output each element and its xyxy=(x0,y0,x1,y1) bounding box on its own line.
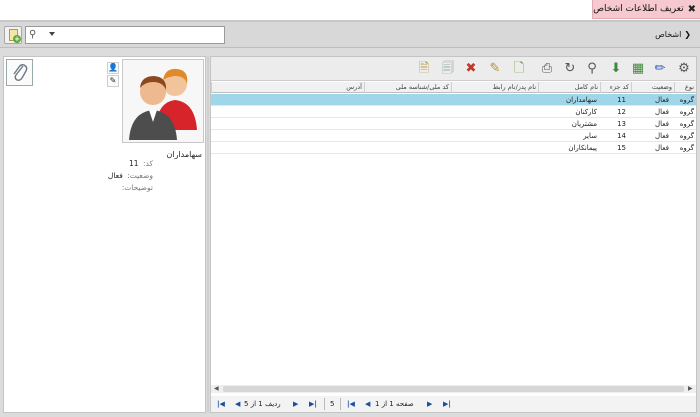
paste-icon[interactable]: 🗎 xyxy=(415,60,433,78)
cell-status: فعال xyxy=(655,132,669,140)
plus-icon: + xyxy=(13,35,21,43)
chevron-left-icon: ❮ xyxy=(684,30,691,39)
settings-icon[interactable]: ⚙ xyxy=(675,60,693,78)
desc-label: توضیحات: xyxy=(121,183,153,192)
cell-status: فعال xyxy=(655,120,669,128)
first-record-icon[interactable]: |◀ xyxy=(217,399,225,409)
user-icon[interactable]: 👤 xyxy=(107,62,119,74)
status-value: فعال xyxy=(107,171,123,180)
splitter[interactable] xyxy=(207,56,209,413)
pager-divider xyxy=(340,398,341,410)
breadcrumb-label: اشخاص xyxy=(655,30,682,39)
next-record-icon[interactable]: ▶ xyxy=(293,399,298,409)
window-title: تعریف اطلاعات اشخاص xyxy=(593,4,684,14)
pager: |◀ ◀ ردیف 1 از 5 ▶ ▶| 5 |◀ ◀ صفحه 1 از 1… xyxy=(211,396,696,412)
column-header-code[interactable]: کد جزء xyxy=(600,82,631,93)
page-size[interactable]: 5 xyxy=(330,399,334,409)
cell-status: فعال xyxy=(655,144,669,152)
title-bar: ✖ تعریف اطلاعات اشخاص xyxy=(0,0,700,20)
scrollbar-thumb[interactable] xyxy=(223,386,684,392)
cell-name: مشتریان xyxy=(571,120,597,128)
pager-divider xyxy=(324,398,325,410)
cell-type: گروه xyxy=(679,144,694,152)
edit-pen-icon[interactable]: ✏ xyxy=(651,60,669,78)
scroll-left-icon[interactable]: ◀ xyxy=(214,385,219,393)
grid-body: گروه فعال 11 سهامداران گروه فعال 12 کارکنان گروه… xyxy=(211,94,696,154)
column-header-status[interactable]: وضعیت xyxy=(631,82,674,93)
prev-page-icon[interactable]: ◀ xyxy=(365,399,370,409)
detail-status-row: وضعیت: فعال xyxy=(108,171,153,180)
scroll-right-icon[interactable]: ▶ xyxy=(688,385,693,393)
cell-type: گروه xyxy=(679,96,694,104)
column-header-address[interactable]: آدرس xyxy=(211,82,364,93)
delete-document-icon[interactable]: ✖ xyxy=(462,60,480,78)
cell-name: کارکنان xyxy=(575,108,597,116)
cell-code: 12 xyxy=(617,108,626,116)
print-icon[interactable]: ⎙ xyxy=(538,60,556,78)
detail-name: سهامداران xyxy=(166,150,203,159)
detail-panel: 👤 ✎ سهامداران کد: 11 وضعیت: فعال توضیحات… xyxy=(3,56,206,413)
table-row[interactable]: گروه فعال 12 کارکنان xyxy=(211,106,696,118)
row-indicator: ردیف 1 از 5 xyxy=(244,400,281,408)
window-tab[interactable]: ✖ تعریف اطلاعات اشخاص xyxy=(592,0,700,19)
download-icon[interactable]: ⬇ xyxy=(607,60,625,78)
cell-type: گروه xyxy=(679,132,694,140)
page-indicator: صفحه 1 از 1 xyxy=(375,400,414,408)
column-header-national-id[interactable]: کد ملی/شناسه ملی xyxy=(364,82,451,93)
refresh-icon[interactable]: ↻ xyxy=(561,60,579,78)
first-page-icon[interactable]: |◀ xyxy=(347,399,355,409)
column-header-name[interactable]: نام کامل xyxy=(538,82,600,93)
breadcrumb[interactable]: ❮اشخاص xyxy=(655,30,691,39)
cell-code: 14 xyxy=(617,132,626,140)
cell-code: 13 xyxy=(617,120,626,128)
grid-header: نوع وضعیت کد جزء نام کامل نام پدر/نام را… xyxy=(211,82,696,93)
paperclip-icon xyxy=(12,63,27,81)
table-row[interactable]: گروه فعال 11 سهامداران xyxy=(211,94,696,106)
dropdown-arrow-icon[interactable] xyxy=(49,32,55,36)
new-document-icon[interactable]: 🗋 xyxy=(510,60,528,78)
column-header-type[interactable]: نوع xyxy=(674,82,696,93)
close-icon[interactable]: ✖ xyxy=(688,4,696,15)
edit-photo-icon[interactable]: ✎ xyxy=(107,75,119,87)
excel-export-icon[interactable]: ▦ xyxy=(629,60,647,78)
status-label: وضعیت: xyxy=(127,171,153,180)
table-row[interactable]: گروه فعال 15 پیمانکاران xyxy=(211,142,696,154)
cell-name: سهامداران xyxy=(565,96,597,104)
table-row[interactable]: گروه فعال 14 سایر xyxy=(211,130,696,142)
code-value: 11 xyxy=(129,159,139,168)
grid-panel: ⚙ ✏ ▦ ⬇ ⚲ ↻ ⎙ 🗋 ✎ ✖ 🗐 🗎 نوع وضعیت کد جزء… xyxy=(210,56,697,413)
avatar xyxy=(122,59,204,143)
cell-type: گروه xyxy=(679,108,694,116)
last-record-icon[interactable]: ▶| xyxy=(309,399,317,409)
last-page-icon[interactable]: ▶| xyxy=(443,399,451,409)
cell-status: فعال xyxy=(655,96,669,104)
photo-actions: 👤 ✎ xyxy=(107,62,120,88)
attachment-button[interactable] xyxy=(6,59,33,86)
breadcrumb-bar: ❮اشخاص + ⚲ xyxy=(0,22,700,48)
horizontal-scrollbar[interactable]: ◀ ▶ xyxy=(211,385,696,393)
copy-icon[interactable]: 🗐 xyxy=(439,60,457,78)
search-icon[interactable]: ⚲ xyxy=(29,29,36,40)
cell-code: 11 xyxy=(617,96,626,104)
people-icon xyxy=(129,68,197,140)
next-page-icon[interactable]: ▶ xyxy=(427,399,432,409)
cell-code: 15 xyxy=(617,144,626,152)
cell-name: سایر xyxy=(583,132,597,140)
toolbar: ⚙ ✏ ▦ ⬇ ⚲ ↻ ⎙ 🗋 ✎ ✖ 🗐 🗎 xyxy=(211,57,696,81)
cell-name: پیمانکاران xyxy=(568,144,597,152)
add-button[interactable]: + xyxy=(4,26,22,44)
prev-record-icon[interactable]: ◀ xyxy=(235,399,240,409)
table-row[interactable]: گروه فعال 13 مشتریان xyxy=(211,118,696,130)
column-header-father[interactable]: نام پدر/نام رابط xyxy=(451,82,538,93)
search-icon[interactable]: ⚲ xyxy=(583,60,601,78)
edit-document-icon[interactable]: ✎ xyxy=(486,60,504,78)
detail-desc-row: توضیحات: xyxy=(120,183,153,192)
code-label: کد: xyxy=(142,159,153,168)
cell-status: فعال xyxy=(655,108,669,116)
cell-type: گروه xyxy=(679,120,694,128)
search-input[interactable]: ⚲ xyxy=(25,26,225,44)
detail-code-row: کد: 11 xyxy=(129,159,153,168)
